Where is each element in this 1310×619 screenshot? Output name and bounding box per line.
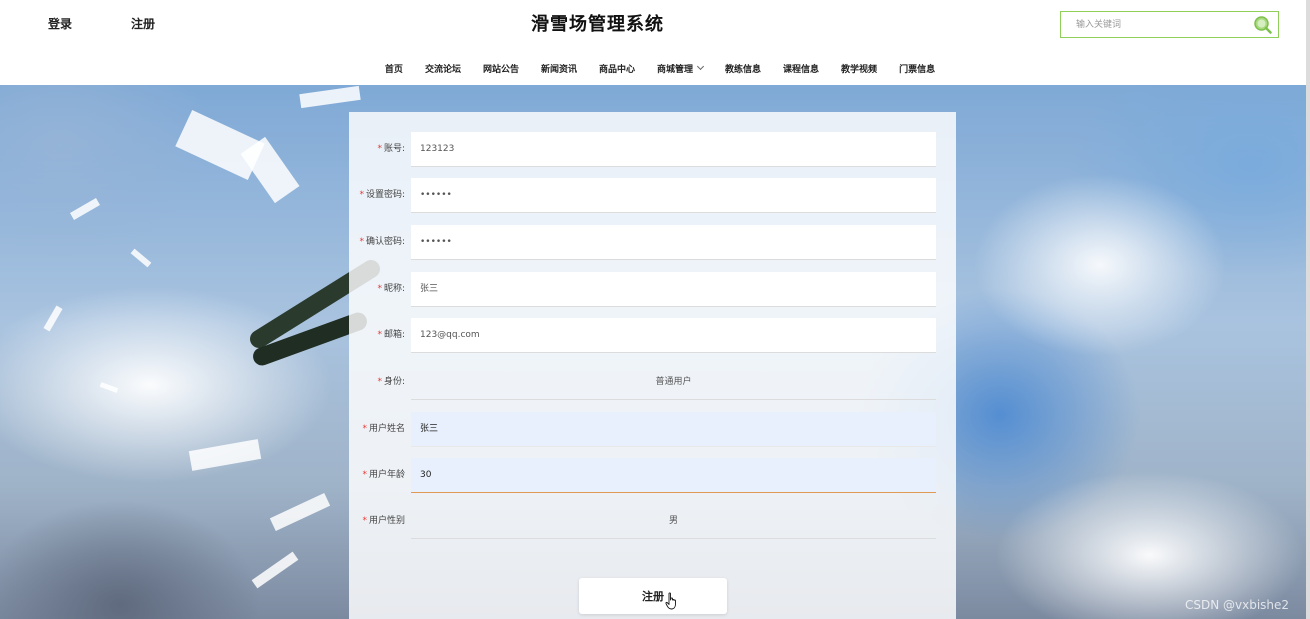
age-label: * 用户年龄 <box>362 470 405 480</box>
confirm-password-field[interactable]: •••••• <box>411 225 936 260</box>
account-label: * 账号: <box>377 144 405 154</box>
nav-item-videos[interactable]: 教学视频 <box>841 60 877 76</box>
register-submit-button[interactable]: 注册 <box>579 578 727 614</box>
form-row-identity: * 身份: 普通用户 <box>349 365 956 400</box>
search-icon[interactable] <box>1254 16 1272 34</box>
register-form: * 账号: 123123 * 设置密码: •••••• * 确认密码: •••••• … <box>349 112 956 619</box>
account-field[interactable]: 123123 <box>411 132 936 167</box>
watermark-text: CSDN @vxbishe2 <box>1185 598 1290 612</box>
password-field[interactable]: •••••• <box>411 178 936 213</box>
paper-flake-decoration <box>251 551 299 589</box>
identity-select[interactable]: 普通用户 <box>411 365 936 400</box>
paper-flake-decoration <box>188 439 262 471</box>
nickname-field[interactable]: 张三 <box>411 272 936 307</box>
paper-flake-decoration <box>70 198 100 220</box>
form-row-password: * 设置密码: •••••• <box>349 178 956 213</box>
paper-flake-decoration <box>43 305 63 332</box>
nickname-label: * 昵称: <box>377 284 405 294</box>
search-input[interactable] <box>1061 12 1251 37</box>
nav-item-mall-management[interactable]: 商城管理 <box>657 60 705 76</box>
paper-flake-decoration <box>130 248 152 268</box>
password-label: * 设置密码: <box>359 190 405 200</box>
real-name-label: * 用户姓名 <box>362 424 405 434</box>
chevron-down-icon <box>696 62 705 71</box>
page-scrollbar[interactable] <box>1306 0 1310 619</box>
real-name-field[interactable]: 张三 <box>411 412 936 447</box>
nav-item-mall-management-label: 商城管理 <box>657 64 694 75</box>
nav-item-forum[interactable]: 交流论坛 <box>425 60 461 76</box>
nav-item-tickets[interactable]: 门票信息 <box>899 60 935 76</box>
form-row-age: * 用户年龄 30 <box>349 458 956 493</box>
top-header: 登录 注册 滑雪场管理系统 首页 交流论坛 网站公告 新闻资讯 商品中心 商城管… <box>0 0 1310 85</box>
main-nav: 首页 交流论坛 网站公告 新闻资讯 商品中心 商城管理 教练信息 课程信息 教学… <box>0 60 1310 76</box>
form-row-confirm-password: * 确认密码: •••••• <box>349 225 956 260</box>
paper-flake-decoration <box>269 492 331 532</box>
form-row-email: * 邮箱: 123@qq.com <box>349 318 956 353</box>
nav-item-coaches[interactable]: 教练信息 <box>725 60 761 76</box>
identity-label: * 身份: <box>377 377 405 387</box>
paper-flake-decoration <box>99 382 119 393</box>
form-row-account: * 账号: 123123 <box>349 132 956 167</box>
nav-item-products[interactable]: 商品中心 <box>599 60 635 76</box>
form-row-gender: * 用户性别 男 <box>349 504 956 539</box>
hand-cursor-icon <box>665 592 679 610</box>
paper-flake-decoration <box>299 85 361 109</box>
gender-label: * 用户性别 <box>362 516 405 526</box>
nav-item-home[interactable]: 首页 <box>385 60 403 76</box>
email-label: * 邮箱: <box>377 330 405 340</box>
gender-select[interactable]: 男 <box>411 504 936 539</box>
form-row-nickname: * 昵称: 张三 <box>349 272 956 307</box>
site-title: 滑雪场管理系统 <box>531 14 664 35</box>
confirm-password-label: * 确认密码: <box>359 237 405 247</box>
nav-item-announcements[interactable]: 网站公告 <box>483 60 519 76</box>
nav-item-courses[interactable]: 课程信息 <box>783 60 819 76</box>
nav-item-news[interactable]: 新闻资讯 <box>541 60 577 76</box>
age-field[interactable]: 30 <box>411 458 936 493</box>
search-box <box>1060 11 1279 38</box>
form-row-real-name: * 用户姓名 张三 <box>349 412 956 447</box>
email-field[interactable]: 123@qq.com <box>411 318 936 353</box>
